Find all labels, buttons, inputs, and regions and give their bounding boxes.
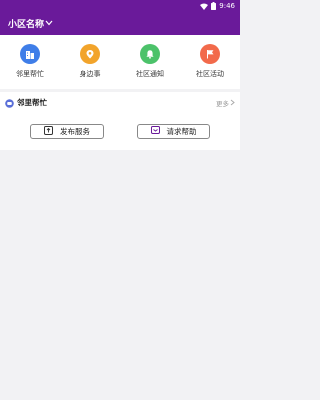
status-time: 9:46 xyxy=(219,2,235,10)
nav-label: 社区通知 xyxy=(136,70,164,78)
action-row: 发布服务 请求帮助 xyxy=(0,124,240,140)
app-bar: 小区名称 xyxy=(0,12,240,35)
community-name: 小区名称 xyxy=(8,20,45,30)
wifi-icon xyxy=(200,3,209,10)
more-label: 更多 xyxy=(216,100,229,108)
battery-icon xyxy=(211,2,217,10)
nav-item-activity[interactable]: 社区活动 xyxy=(180,35,240,89)
chevron-right-icon xyxy=(230,99,235,108)
status-bar: 9:46 xyxy=(0,0,240,12)
nav-label: 社区活动 xyxy=(196,70,224,78)
request-help-label: 请求帮助 xyxy=(166,127,197,136)
nav-label: 邻里帮忙 xyxy=(16,70,44,78)
nav-label: 身边事 xyxy=(79,70,101,78)
section-header: 邻里帮忙 xyxy=(0,92,240,112)
handshake-icon xyxy=(5,93,14,112)
bell-icon xyxy=(140,44,160,64)
building-icon xyxy=(20,44,40,64)
request-help-button[interactable]: 请求帮助 xyxy=(137,124,210,139)
nav-item-notice[interactable]: 社区通知 xyxy=(120,35,180,89)
message-icon xyxy=(150,126,160,137)
flag-icon xyxy=(200,44,220,64)
location-pin-icon xyxy=(80,44,100,64)
neighbor-help-section: 邻里帮忙 更多 发布服务 请求帮助 xyxy=(0,92,240,150)
publish-service-button[interactable]: 发布服务 xyxy=(30,124,104,139)
nav-item-nearby[interactable]: 身边事 xyxy=(60,35,120,89)
chevron-down-icon xyxy=(45,19,53,29)
quick-nav: 邻里帮忙 身边事 社区通知 社区活动 xyxy=(0,35,240,89)
publish-service-label: 发布服务 xyxy=(60,127,90,136)
section-title: 邻里帮忙 xyxy=(17,97,47,107)
community-name-selector[interactable]: 小区名称 xyxy=(8,17,53,30)
upload-icon xyxy=(44,126,53,137)
more-link[interactable]: 更多 xyxy=(216,98,235,108)
nav-item-neighbor-help[interactable]: 邻里帮忙 xyxy=(0,35,60,89)
